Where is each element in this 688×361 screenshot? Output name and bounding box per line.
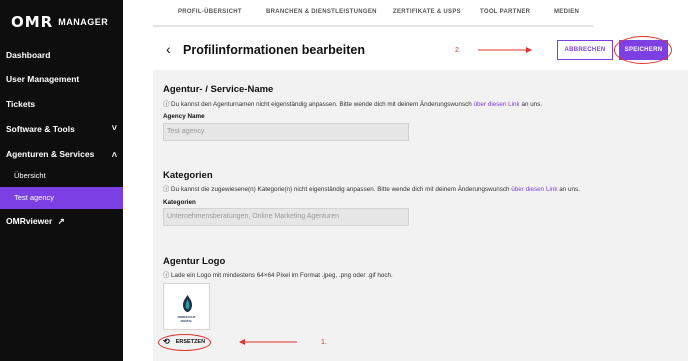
external-link-icon: ↗ (57, 216, 65, 226)
logo-manager-text: MANAGER (58, 17, 109, 27)
sidebar-item-omrviewer[interactable]: OMRviewer ↗ (6, 216, 65, 227)
info-text: ⓘ Du kannst den Agenturnamen nicht eigen… (163, 101, 474, 108)
save-highlight-ellipse (614, 36, 672, 64)
info-text-end: an uns. (519, 101, 543, 108)
profile-tabs: PROFIL-ÜBERSICHT BRANCHEN & DIENSTLEISTU… (153, 0, 593, 27)
tab-medien[interactable]: MEDIEN (554, 9, 579, 15)
annotation-arrow-right-icon (478, 47, 532, 53)
sidebar-subitem-uebersicht[interactable]: Übersicht (0, 165, 123, 187)
agency-logo-preview: NORDLICHT DIGITAL (163, 283, 210, 330)
page-title: Profilinformationen bearbeiten (183, 43, 365, 57)
logo-info: ⓘ Lade ein Logo mit mindestens 64×64 Pix… (163, 272, 393, 279)
replace-highlight-ellipse (158, 334, 211, 351)
info-text-end: an uns. (557, 186, 580, 193)
sidebar-item-label: Software & Tools (6, 124, 75, 134)
annotation-arrow-left-icon (239, 339, 297, 345)
sidebar-item-software-tools[interactable]: Software & Tools ˅ (6, 123, 117, 134)
annotation-step-2: 2. (455, 47, 461, 54)
tab-profil-uebersicht[interactable]: PROFIL-ÜBERSICHT (178, 9, 242, 15)
sidebar: OMR MANAGER Dashboard User Management Ti… (0, 0, 123, 361)
nordlicht-logo-icon (183, 295, 192, 312)
agency-name-field: Test agency (163, 123, 409, 141)
logo-wordmark: NORDLICHT DIGITAL (164, 315, 209, 323)
chevron-down-icon: ˅ (111, 123, 117, 133)
categories-section-title: Kategorien (163, 170, 213, 181)
change-request-link[interactable]: über diesen Link (511, 186, 557, 193)
back-arrow-icon[interactable]: ‹ (166, 41, 171, 57)
sidebar-item-dashboard[interactable]: Dashboard (6, 50, 50, 60)
agency-name-label: Agency Name (163, 113, 205, 120)
sidebar-subitem-test-agency[interactable]: Test agency (0, 187, 123, 209)
logo-section-title: Agentur Logo (163, 256, 226, 267)
annotation-step-1: 1. (321, 339, 327, 346)
chevron-up-icon: ˄ (111, 150, 117, 160)
change-request-link[interactable]: über diesen Link (474, 101, 520, 108)
cancel-button[interactable]: ABBRECHEN (557, 40, 613, 60)
categories-field: Unternehmensberatungen, Online Marketing… (163, 208, 409, 226)
agency-name-section-title: Agentur- / Service-Name (163, 84, 274, 95)
tab-zertifikate-usps[interactable]: ZERTIFIKATE & USPS (393, 9, 461, 15)
sidebar-item-tickets[interactable]: Tickets (6, 99, 35, 109)
sidebar-item-label: OMRviewer (6, 216, 53, 226)
sidebar-item-user-management[interactable]: User Management (6, 74, 79, 84)
logo-word-2: DIGITAL (180, 318, 193, 323)
sidebar-item-agenturen-services[interactable]: Agenturen & Services ˄ (6, 149, 117, 160)
categories-info: ⓘ Du kannst die zugewiesene(n) Kategorie… (163, 184, 580, 193)
tab-tool-partner[interactable]: TOOL PARTNER (480, 9, 530, 15)
omr-manager-logo[interactable]: OMR MANAGER (11, 13, 108, 31)
info-text: ⓘ Du kannst die zugewiesene(n) Kategorie… (163, 186, 512, 193)
sidebar-item-label: Agenturen & Services (6, 149, 95, 159)
agency-name-info: ⓘ Du kannst den Agenturnamen nicht eigen… (163, 99, 542, 108)
logo-omr-text: OMR (11, 13, 54, 31)
tab-branchen-dienstleistungen[interactable]: BRANCHEN & DIENSTLEISTUNGEN (266, 9, 377, 15)
categories-label: Kategorien (163, 199, 196, 206)
